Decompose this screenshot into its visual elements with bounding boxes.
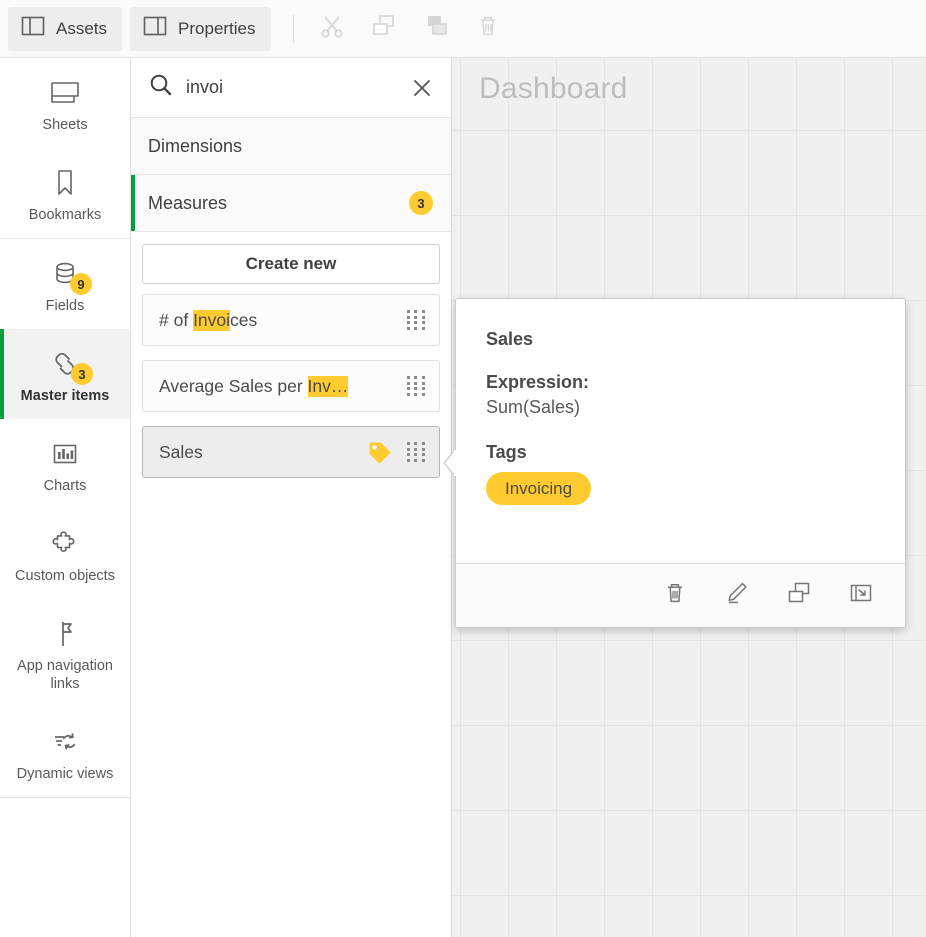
sidebar-item-dynamic-views[interactable]: Dynamic views — [0, 707, 130, 797]
tags-label: Tags — [486, 442, 875, 463]
expression-label: Expression: — [486, 372, 875, 393]
copy-icon — [786, 580, 812, 611]
assets-panel-icon — [21, 16, 45, 41]
clear-search-button[interactable] — [410, 76, 434, 100]
paste-button[interactable] — [414, 7, 458, 51]
delete-button[interactable] — [657, 578, 693, 614]
database-icon: 9 — [50, 257, 80, 291]
left-asset-rail: Sheets Bookmarks 9 — [0, 58, 131, 937]
tag-icon — [367, 440, 393, 464]
assets-toggle-label: Assets — [56, 19, 107, 39]
cut-button[interactable] — [310, 7, 354, 51]
paste-icon — [423, 13, 449, 44]
properties-toggle-label: Properties — [178, 19, 255, 39]
measure-name: Average Sales per Inv… — [159, 376, 407, 397]
sidebar-item-label: Dynamic views — [17, 765, 114, 783]
popover-title: Sales — [486, 329, 875, 350]
drag-handle-icon[interactable] — [407, 310, 427, 330]
measure-name: # of Invoices — [159, 310, 407, 331]
section-dimensions[interactable]: Dimensions — [131, 118, 451, 175]
sidebar-item-master-items[interactable]: 3 Master items — [0, 329, 130, 419]
bar-chart-icon — [51, 437, 79, 471]
cut-icon — [319, 13, 345, 44]
trash-icon — [662, 580, 688, 611]
list-item[interactable]: Sales — [142, 426, 440, 478]
expression-value: Sum(Sales) — [486, 397, 875, 418]
sidebar-item-custom-objects[interactable]: Custom objects — [0, 509, 130, 599]
popover-actions — [456, 563, 905, 627]
duplicate-button[interactable] — [781, 578, 817, 614]
section-label: Measures — [148, 193, 227, 214]
sidebar-item-label: Bookmarks — [29, 206, 102, 224]
popover-body: Sales Expression: Sum(Sales) Tags Invoic… — [456, 299, 905, 505]
puzzle-icon — [50, 527, 80, 561]
sidebar-item-label: App navigation links — [6, 657, 124, 693]
top-toolbar: Assets Properties — [0, 0, 926, 58]
measures-count-badge: 3 — [409, 191, 433, 215]
sheets-icon — [49, 76, 81, 110]
create-new-button[interactable]: Create new — [142, 244, 440, 284]
add-to-sheet-icon — [848, 580, 874, 611]
status-badge: Invoicing — [486, 472, 591, 505]
measure-name: Sales — [159, 442, 367, 463]
sidebar-item-label: Sheets — [42, 116, 87, 134]
drag-handle-icon[interactable] — [407, 442, 427, 462]
delete-button[interactable] — [466, 7, 510, 51]
sidebar-item-charts[interactable]: Charts — [0, 419, 130, 509]
create-new-container: Create new — [131, 232, 451, 294]
search-bar[interactable]: invoi — [131, 58, 451, 118]
copy-icon — [371, 13, 397, 44]
search-match-highlight: Invoi — [193, 310, 230, 331]
flag-icon — [51, 617, 79, 651]
bookmark-icon — [53, 166, 77, 200]
sidebar-item-bookmarks[interactable]: Bookmarks — [0, 148, 130, 238]
qlik-sense-app-window: Assets Properties — [0, 0, 926, 937]
add-to-sheet-button[interactable] — [843, 578, 879, 614]
sidebar-item-label: Master items — [21, 387, 110, 405]
sidebar-item-sheets[interactable]: Sheets — [0, 58, 130, 148]
section-measures[interactable]: Measures 3 — [131, 175, 451, 232]
sidebar-item-label: Fields — [46, 297, 85, 315]
sidebar-item-label: Charts — [44, 477, 87, 495]
drag-handle-icon[interactable] — [407, 376, 427, 396]
sidebar-item-app-navigation-links[interactable]: App navigation links — [0, 599, 130, 707]
properties-panel-icon — [143, 16, 167, 41]
sidebar-item-fields[interactable]: 9 Fields — [0, 239, 130, 329]
edit-button[interactable] — [719, 578, 755, 614]
search-icon — [148, 72, 174, 103]
sidebar-item-label: Custom objects — [15, 567, 115, 585]
master-items-count-badge: 3 — [71, 363, 93, 385]
sheet-title: Dashboard — [479, 72, 628, 106]
assets-panel: invoi Dimensions Measures 3 Create new #… — [131, 58, 452, 937]
list-item[interactable]: # of Invoices — [142, 294, 440, 346]
rail-group-data: 9 Fields 3 Master items — [0, 239, 130, 798]
pencil-icon — [724, 580, 750, 611]
copy-button[interactable] — [362, 7, 406, 51]
fields-count-badge: 9 — [70, 273, 92, 295]
list-item[interactable]: Average Sales per Inv… — [142, 360, 440, 412]
measure-detail-popover: Sales Expression: Sum(Sales) Tags Invoic… — [455, 298, 906, 628]
search-input[interactable]: invoi — [186, 77, 398, 98]
toolbar-divider — [293, 15, 294, 43]
popover-caret-icon — [443, 449, 456, 477]
section-label: Dimensions — [148, 136, 242, 157]
assets-toggle-button[interactable]: Assets — [8, 7, 122, 51]
trash-icon — [475, 13, 501, 44]
properties-toggle-button[interactable]: Properties — [130, 7, 270, 51]
refresh-icon — [50, 725, 80, 759]
rail-group-sheets: Sheets Bookmarks — [0, 58, 130, 239]
measures-list: # of Invoices Average Sales per Inv… Sal… — [131, 294, 451, 478]
link-icon: 3 — [49, 347, 81, 381]
search-match-highlight: Inv… — [308, 376, 349, 397]
